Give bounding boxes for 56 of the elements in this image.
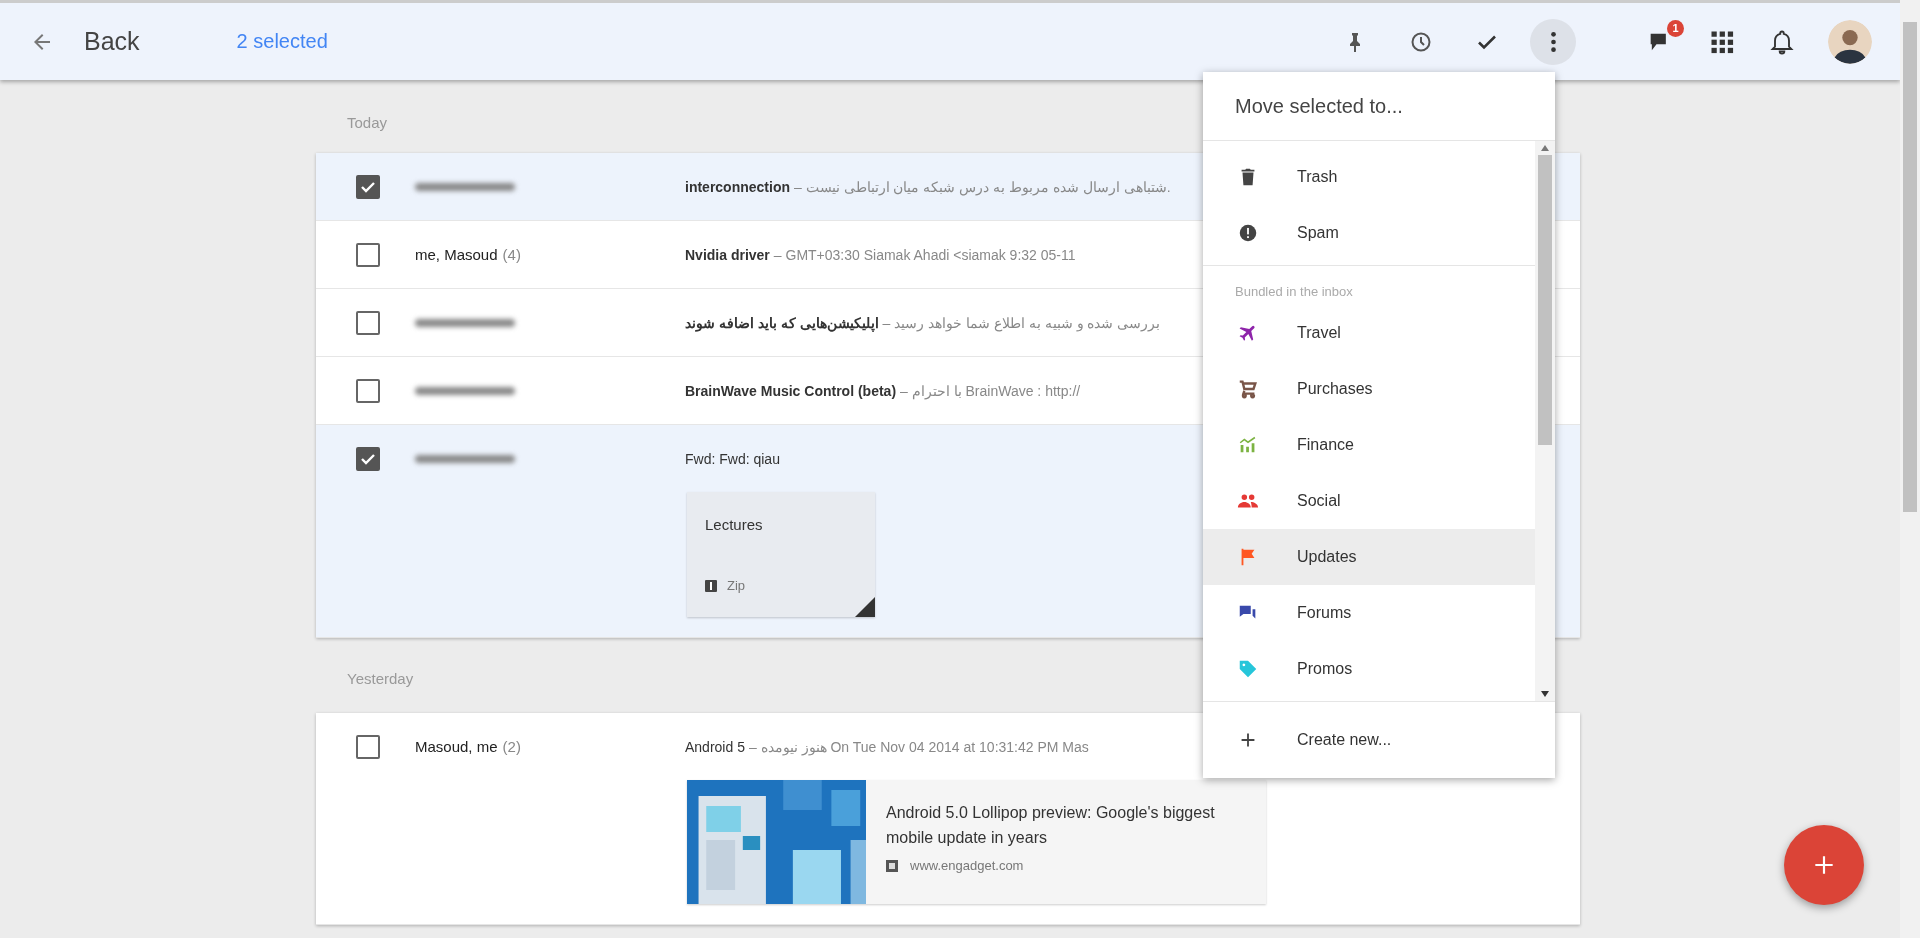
- section-heading: Yesterday: [346, 669, 414, 689]
- checkbox[interactable]: [356, 734, 380, 759]
- menu-item[interactable]: Purchases: [1203, 361, 1535, 417]
- snippet: – هنوز نیومده On Tue Nov 04 2014 at 10:31:42 PM Mas: [748, 738, 1089, 755]
- message-count: (4): [502, 246, 521, 263]
- snippet: – با احترام BrainWave : http://: [900, 382, 1081, 399]
- avatar[interactable]: [1828, 19, 1872, 64]
- notification-badge: 1: [1667, 19, 1684, 37]
- spam-icon: [1237, 222, 1259, 244]
- checkbox[interactable]: [356, 378, 380, 403]
- create-new-item[interactable]: Create new...: [1203, 702, 1555, 778]
- subject: Nvidia driver: [685, 246, 770, 263]
- subject: BrainWave Music Control (beta): [685, 382, 897, 399]
- scroll-up-icon[interactable]: [1541, 145, 1549, 151]
- sender-name: Masoud, me: [415, 738, 498, 755]
- checkbox[interactable]: [356, 242, 380, 267]
- attachment-name: Lectures: [705, 516, 764, 533]
- link-url: www.engadget.com: [910, 858, 1024, 873]
- subject: Fwd: Fwd: qiau: [685, 450, 780, 467]
- subject: اپلیکیشن‌هایی که باید اضافه شوند: [685, 314, 879, 331]
- menu-title: Move selected to...: [1203, 72, 1555, 141]
- message-count: (2): [502, 738, 521, 755]
- menu-item[interactable]: Spam: [1203, 205, 1535, 261]
- checkbox[interactable]: [356, 446, 380, 471]
- checkbox[interactable]: [356, 310, 380, 335]
- checkbox[interactable]: [356, 174, 380, 199]
- menu-scrollbar[interactable]: [1535, 141, 1555, 701]
- corner-fold-icon: [855, 597, 875, 617]
- scrollbar[interactable]: [1900, 0, 1920, 938]
- menu-item[interactable]: Promos: [1203, 641, 1535, 697]
- menu-item[interactable]: Trash: [1203, 149, 1535, 205]
- more-icon: [1550, 31, 1556, 52]
- link-title: Android 5.0 Lollipop preview: Google's biggest mobile update in years: [886, 803, 1216, 848]
- menu-item[interactable]: Finance: [1203, 417, 1535, 473]
- attachment-card[interactable]: Lectures Zip: [687, 492, 875, 617]
- snippet: – شتباهی ارسال شده مربوط به درس شبکه میان ارتباطی نیست.: [794, 178, 1171, 195]
- site-icon: [886, 859, 898, 872]
- archive-icon: [705, 579, 717, 592]
- menu-item[interactable]: Forums: [1203, 585, 1535, 641]
- more-button[interactable]: [1530, 18, 1576, 65]
- link-preview-card[interactable]: Android 5.0 Lollipop preview: Google's biggest mobile update in years www.engadget.com: [687, 780, 1266, 904]
- menu-item[interactable]: Updates: [1203, 529, 1535, 585]
- file-type: Zip: [727, 578, 746, 593]
- subject: interconnection: [685, 178, 790, 195]
- snippet: – بررسی شده و شبیه به اطلاع شما خواهد رسید: [882, 314, 1161, 331]
- scroll-down-icon[interactable]: [1541, 691, 1549, 697]
- section-heading: Today: [346, 113, 388, 133]
- sender-name: me, Masoud: [415, 246, 498, 263]
- subject: Android 5: [685, 738, 745, 755]
- menu-section-heading: Bundled in the inbox: [1234, 283, 1354, 301]
- selection-count: 2 selected: [236, 30, 328, 53]
- menu-item[interactable]: Travel: [1203, 305, 1535, 361]
- menu-item[interactable]: Social: [1203, 473, 1535, 529]
- compose-button[interactable]: [1784, 825, 1864, 905]
- snippet: – GMT+03:30 Siamak Ahadi <siamak 9:32 05-11: [773, 246, 1076, 263]
- back-button[interactable]: Back: [30, 27, 140, 56]
